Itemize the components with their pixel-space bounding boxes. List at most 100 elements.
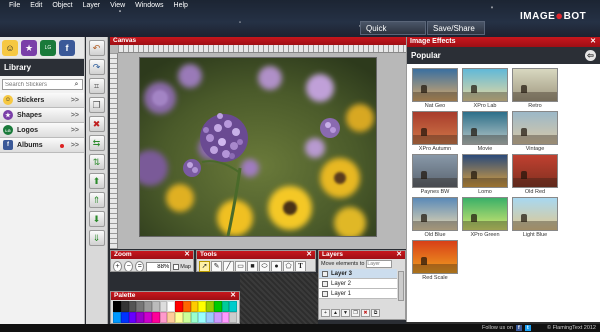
color-swatch[interactable] <box>144 301 152 312</box>
ellipse-tool-icon[interactable]: ⬭ <box>259 261 270 272</box>
redo-icon[interactable]: ↷ <box>88 59 105 75</box>
color-swatch[interactable] <box>182 312 191 323</box>
layer-target-input[interactable] <box>366 260 393 268</box>
color-swatch[interactable] <box>128 312 137 323</box>
effect-item[interactable]: Old Red <box>511 154 559 195</box>
send-backward-icon[interactable]: ⬇ <box>88 211 105 227</box>
pointer-tool-icon[interactable]: ➚ <box>199 261 210 272</box>
color-swatch[interactable] <box>151 312 160 323</box>
menu-windows[interactable]: Windows <box>130 2 168 9</box>
search-input[interactable] <box>3 80 71 89</box>
search-icon[interactable]: ⌕ <box>71 81 82 89</box>
layer-item[interactable]: Layer 3 <box>319 269 397 279</box>
bring-forward-icon[interactable]: ⬆ <box>88 173 105 189</box>
effect-item[interactable]: Retro <box>511 68 559 109</box>
menu-view[interactable]: View <box>105 2 130 9</box>
close-icon[interactable]: ✕ <box>184 251 190 259</box>
follow-us[interactable]: Follow us on f t <box>482 324 531 332</box>
color-swatch[interactable] <box>198 312 206 323</box>
category-logos[interactable]: LG Logos >> <box>0 123 84 138</box>
copy-icon[interactable]: ❐ <box>88 97 105 113</box>
menu-object[interactable]: Object <box>47 2 77 9</box>
color-swatch[interactable] <box>213 301 222 312</box>
canvas-photo[interactable] <box>139 57 377 237</box>
delete-icon[interactable]: ✖ <box>88 116 105 132</box>
color-swatch[interactable] <box>128 301 137 312</box>
layer-down-icon[interactable]: ▼ <box>341 309 350 317</box>
facebook-icon[interactable]: f <box>59 40 75 56</box>
effect-item[interactable]: Red Scale <box>411 240 459 281</box>
quick-start-button[interactable]: Quick Start>>> <box>360 21 426 35</box>
color-swatch[interactable] <box>136 312 144 323</box>
send-to-back-icon[interactable]: ⇓ <box>88 230 105 246</box>
color-swatch[interactable] <box>182 301 191 312</box>
flip-horizontal-icon[interactable]: ⇆ <box>88 135 105 151</box>
color-swatch[interactable] <box>159 301 168 312</box>
menu-layer[interactable]: Layer <box>78 2 106 9</box>
layer-item[interactable]: Layer 2 <box>319 279 397 289</box>
color-swatch[interactable] <box>190 312 199 323</box>
menu-help[interactable]: Help <box>169 2 193 9</box>
undo-icon[interactable]: ↶ <box>88 40 105 56</box>
line-tool-icon[interactable]: ╱ <box>223 261 234 272</box>
layer-duplicate-icon[interactable]: ❐ <box>351 309 360 317</box>
text-tool-icon[interactable]: T <box>295 261 306 272</box>
color-swatch[interactable] <box>221 312 230 323</box>
zoom-value-input[interactable] <box>146 261 172 272</box>
color-swatch[interactable] <box>198 301 206 312</box>
category-albums[interactable]: f Albums >> <box>0 138 84 153</box>
rect-tool-icon[interactable]: ▭ <box>235 261 246 272</box>
save-share-button[interactable]: Save/Share <box>427 21 485 35</box>
effect-item[interactable]: Paynes BW <box>411 154 459 195</box>
color-swatch[interactable] <box>221 301 230 312</box>
circle-tool-icon[interactable]: ● <box>271 261 282 272</box>
color-swatch[interactable] <box>190 301 199 312</box>
map-checkbox[interactable]: Map <box>173 263 191 270</box>
zoom-fit-icon[interactable]: = <box>135 261 145 272</box>
color-swatch[interactable] <box>151 301 160 312</box>
menu-edit[interactable]: Edit <box>25 2 47 9</box>
close-icon[interactable]: ✕ <box>396 251 402 259</box>
color-swatch[interactable] <box>120 301 129 312</box>
color-swatch[interactable] <box>167 301 175 312</box>
effect-item[interactable]: XPro Green <box>461 197 509 238</box>
category-shapes[interactable]: ★ Shapes >> <box>0 108 84 123</box>
flip-vertical-icon[interactable]: ⇅ <box>88 154 105 170</box>
effect-item[interactable]: XPro Autumn <box>411 111 459 152</box>
color-swatch[interactable] <box>136 301 144 312</box>
star-icon[interactable]: ★ <box>21 40 37 56</box>
effect-item[interactable]: Vintage <box>511 111 559 152</box>
shape-tool-icon[interactable]: ⬠ <box>283 261 294 272</box>
effect-item[interactable]: Lomo <box>461 154 509 195</box>
layer-delete-icon[interactable]: ✖ <box>361 309 370 317</box>
layer-merge-icon[interactable]: ⧉ <box>371 309 380 317</box>
effect-item[interactable]: Movie <box>461 111 509 152</box>
back-arrow-icon[interactable]: ⇦ <box>585 50 596 61</box>
color-swatch[interactable] <box>213 312 222 323</box>
close-icon[interactable]: ✕ <box>590 37 596 47</box>
logo-badge-icon[interactable]: LG <box>40 40 56 56</box>
close-icon[interactable]: ✕ <box>230 292 236 300</box>
color-swatch[interactable] <box>120 312 129 323</box>
effect-item[interactable]: Old Blue <box>411 197 459 238</box>
smiley-icon[interactable]: ☺ <box>2 40 18 56</box>
color-swatch[interactable] <box>206 301 214 312</box>
pencil-tool-icon[interactable]: ✎ <box>211 261 222 272</box>
crop-icon[interactable]: ⌗ <box>88 78 105 94</box>
visibility-icon[interactable] <box>322 270 328 277</box>
color-swatch[interactable] <box>144 312 152 323</box>
color-swatch[interactable] <box>113 301 121 312</box>
zoom-out-icon[interactable]: − <box>124 261 134 272</box>
zoom-in-icon[interactable]: + <box>113 261 123 272</box>
color-swatch[interactable] <box>167 312 175 323</box>
category-stickers[interactable]: ☺ Stickers >> <box>0 93 84 108</box>
color-swatch[interactable] <box>229 301 237 312</box>
color-swatch[interactable] <box>175 301 183 312</box>
color-swatch[interactable] <box>175 312 183 323</box>
color-swatch[interactable] <box>159 312 168 323</box>
effect-item[interactable]: XPro Lab <box>461 68 509 109</box>
effect-item[interactable]: Light Blue <box>511 197 559 238</box>
bring-to-front-icon[interactable]: ⇑ <box>88 192 105 208</box>
layer-item[interactable]: Layer 1 <box>319 289 397 299</box>
close-icon[interactable]: ✕ <box>306 251 312 259</box>
